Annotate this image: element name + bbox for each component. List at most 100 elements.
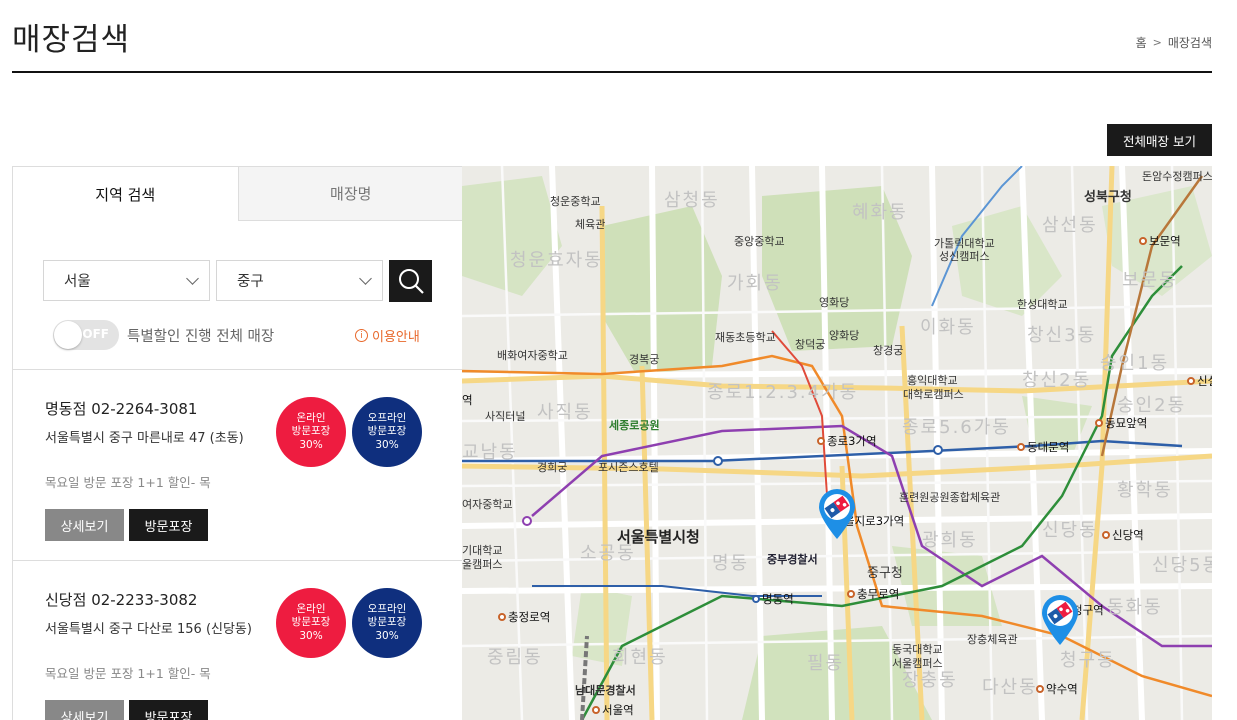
- station-dot: [817, 437, 825, 445]
- map-district: 청구동: [1060, 650, 1116, 671]
- transfer-dot: [713, 456, 723, 466]
- tab-store-name[interactable]: 매장명: [237, 167, 463, 221]
- subway-station[interactable]: 서울역: [592, 702, 634, 718]
- station-dot: [1187, 377, 1195, 385]
- store-detail-button[interactable]: 상세보기: [45, 700, 124, 720]
- map-district: 명동: [712, 553, 750, 574]
- badge-line1: 온라인: [296, 411, 326, 424]
- station-label: 역: [462, 393, 473, 407]
- station-dot: [1095, 419, 1103, 427]
- badge-line2: 방문포장: [291, 616, 331, 629]
- city-hall-label: 서울특별시청: [617, 528, 700, 546]
- store-takeout-button[interactable]: 방문포장: [129, 509, 208, 541]
- map-place: 훈련원공원종합체육관: [899, 491, 1001, 504]
- store-pin-icon: [819, 489, 855, 539]
- store-map[interactable]: 삼청동 혜화동 청운효자동 가회동 사직동 이화동 창신3동 창신2동 숭인1동…: [462, 166, 1212, 720]
- map-place: 경희궁: [537, 461, 568, 474]
- store-buttons: 상세보기 방문포장: [45, 700, 445, 720]
- map-place: 경복궁: [629, 353, 660, 366]
- map-district: 창신2동: [1022, 370, 1092, 391]
- subway-station[interactable]: 종로3가역: [817, 433, 877, 449]
- map-district: 종로1.2.3.4가동: [707, 382, 859, 403]
- district-select[interactable]: 중구: [216, 260, 383, 301]
- station-label: 동대문역: [1027, 440, 1070, 454]
- station-label: 명동역: [762, 592, 794, 606]
- station-dot: [1139, 237, 1147, 245]
- region-select[interactable]: 서울: [43, 260, 210, 301]
- badge-percent: 30%: [299, 438, 323, 451]
- station-label: 동묘앞역: [1105, 416, 1148, 430]
- store-name: 신당점: [45, 591, 87, 609]
- view-all-stores-button[interactable]: 전체매장 보기: [1107, 124, 1212, 156]
- map-district: 신당동: [1042, 520, 1098, 541]
- store-pin-icon: [1042, 595, 1078, 645]
- store-pin-myeongdong[interactable]: [817, 488, 857, 540]
- subway-station[interactable]: 충정로역: [498, 609, 550, 625]
- map-district: 보문동: [1122, 270, 1178, 291]
- map-district: 광희동: [922, 530, 978, 551]
- tab-region-search[interactable]: 지역 검색: [13, 167, 238, 221]
- map-district: 창신3동: [1027, 325, 1097, 346]
- store-phone: 02-2264-3081: [91, 400, 198, 418]
- store-pin-sindang[interactable]: [1040, 594, 1080, 646]
- store-takeout-button[interactable]: 방문포장: [129, 700, 208, 720]
- search-row: 서울 중구: [43, 260, 432, 302]
- subway-station[interactable]: 신설: [1187, 373, 1212, 389]
- map-place: 남대문경찰서: [575, 684, 636, 697]
- subway-station[interactable]: 역: [462, 392, 473, 408]
- map-place: 서울캠퍼스: [892, 657, 943, 670]
- list-divider: [13, 369, 463, 370]
- toggle-label: 특별할인 진행 전체 매장: [127, 328, 275, 345]
- map-district: 교남동: [462, 442, 518, 463]
- subway-station[interactable]: 명동역: [752, 591, 794, 607]
- map-district: 숭인2동: [1117, 395, 1187, 416]
- breadcrumb-current: 매장검색: [1167, 36, 1212, 50]
- subway-station[interactable]: 동묘앞역: [1095, 415, 1147, 431]
- map-place: 양화당: [829, 329, 860, 342]
- badge-percent: 30%: [299, 629, 323, 642]
- store-promo: 목요일 방문 포장 1+1 할인- 목: [45, 666, 211, 681]
- district-select-value: 중구: [237, 274, 264, 290]
- map-place: 세종로공원: [609, 419, 660, 432]
- map-district: 다산동: [982, 677, 1038, 698]
- store-detail-button[interactable]: 상세보기: [45, 509, 124, 541]
- online-takeout-badge: 온라인 방문포장 30%: [276, 397, 346, 467]
- badge-line2: 방문포장: [367, 616, 407, 629]
- store-item[interactable]: 명동점 02-2264-3081 서울특별시 중구 마른내로 47 (초동) 목…: [45, 397, 445, 541]
- station-label: 충정로역: [508, 610, 551, 624]
- badge-line2: 방문포장: [367, 425, 407, 438]
- toggle-state: OFF: [82, 327, 109, 341]
- station-label: 서울역: [602, 703, 634, 717]
- station-dot: [752, 595, 760, 603]
- chevron-down-icon: [186, 271, 199, 285]
- store-search-panel: 지역 검색 매장명 서울 중구 OFF 특별할인 진행 전체 매장 i 이용안내: [12, 166, 464, 720]
- store-buttons: 상세보기 방문포장: [45, 509, 445, 541]
- map-place: 한성대학교: [1017, 298, 1068, 311]
- breadcrumb: 홈 > 매장검색: [1136, 34, 1212, 51]
- map-place: 사직터널: [485, 410, 526, 423]
- subway-station[interactable]: 충무로역: [847, 586, 899, 602]
- subway-station[interactable]: 동대문역: [1017, 439, 1069, 455]
- station-dot: [847, 590, 855, 598]
- station-label: 종로3가역: [827, 434, 877, 448]
- special-discount-toggle[interactable]: OFF: [53, 320, 119, 350]
- discount-badges: 온라인 방문포장 30% 오프라인 방문포장 30%: [276, 588, 422, 658]
- map-place: 청운중학교: [550, 195, 601, 208]
- subway-station[interactable]: 약수역: [1036, 681, 1078, 697]
- subway-station[interactable]: 신당역: [1102, 527, 1144, 543]
- minor-road: [462, 549, 1212, 563]
- info-icon: i: [355, 329, 368, 342]
- breadcrumb-separator: >: [1152, 36, 1162, 49]
- badge-line2: 방문포장: [291, 425, 331, 438]
- store-item[interactable]: 신당점 02-2233-3082 서울특별시 중구 다산로 156 (신당동) …: [45, 588, 445, 720]
- breadcrumb-home[interactable]: 홈: [1136, 34, 1147, 51]
- usage-guide-link[interactable]: i 이용안내: [355, 326, 420, 345]
- map-place: 중부경찰서: [767, 553, 818, 566]
- offline-takeout-badge: 오프라인 방문포장 30%: [352, 397, 422, 467]
- offline-takeout-badge: 오프라인 방문포장 30%: [352, 588, 422, 658]
- map-district: 삼선동: [1042, 215, 1098, 236]
- title-divider: [12, 71, 1212, 73]
- subway-station[interactable]: 보문역: [1139, 233, 1181, 249]
- search-button[interactable]: [389, 260, 432, 302]
- station-dot: [498, 613, 506, 621]
